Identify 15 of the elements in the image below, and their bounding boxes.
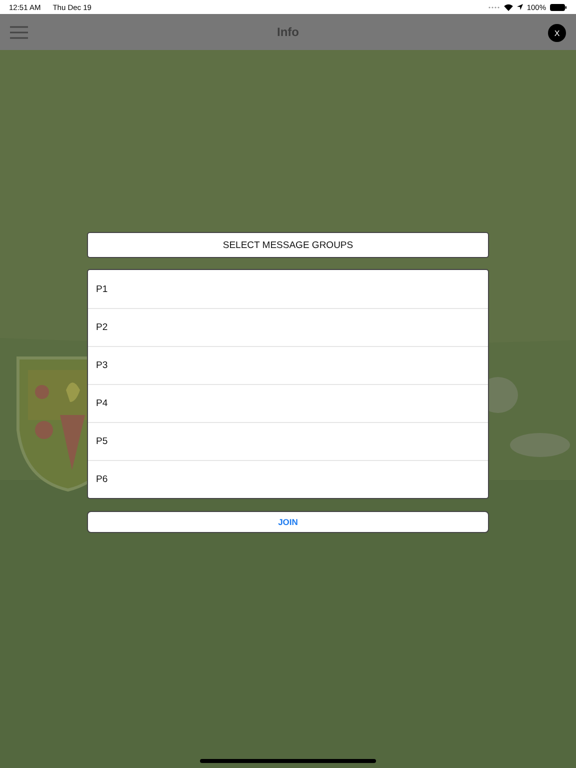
group-item[interactable]: P3 (88, 346, 488, 384)
dialog-title: SELECT MESSAGE GROUPS (87, 232, 489, 258)
close-button[interactable]: X (548, 24, 566, 42)
group-item[interactable]: P2 (88, 308, 488, 346)
join-button[interactable]: JOIN (87, 511, 489, 533)
wifi-icon (504, 4, 513, 10)
group-item[interactable]: P4 (88, 384, 488, 422)
battery-icon (550, 4, 567, 10)
signal-icon (488, 6, 500, 8)
group-item[interactable]: P5 (88, 422, 488, 460)
group-item[interactable]: P6 (88, 460, 488, 498)
group-item[interactable]: P1 (88, 270, 488, 308)
menu-button[interactable] (10, 26, 28, 38)
page-title: Info (277, 25, 299, 39)
location-arrow-icon (516, 4, 523, 10)
